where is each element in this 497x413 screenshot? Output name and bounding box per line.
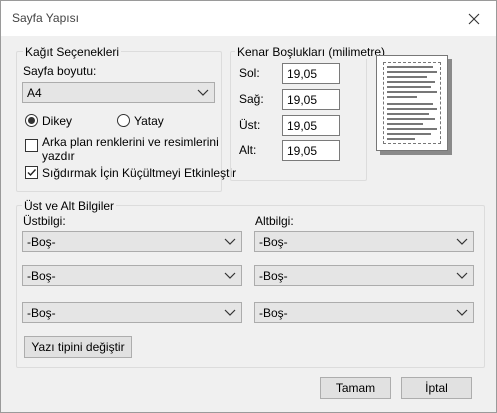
chevron-down-icon (224, 238, 236, 245)
footer-select-3[interactable]: -Boş- (254, 302, 474, 323)
margin-top-label: Üst: (239, 118, 261, 132)
window-title: Sayfa Yapısı (12, 11, 79, 25)
portrait-radio[interactable] (25, 114, 38, 127)
footer-select-1-value: -Boş- (259, 235, 288, 249)
margins-label: Kenar Boşlukları (milimetre) (235, 45, 388, 59)
margin-bottom-label: Alt: (239, 143, 257, 157)
footer-select-2-value: -Boş- (259, 269, 288, 283)
print-background-label-line1: Arka plan renklerini ve resimlerini (42, 135, 219, 149)
page-preview-sheet (376, 55, 448, 151)
landscape-radio[interactable] (117, 114, 130, 127)
portrait-label: Dikey (42, 114, 73, 128)
margin-left-label: Sol: (239, 66, 260, 80)
paper-size-value: A4 (27, 86, 42, 100)
footer-select-3-value: -Boş- (259, 306, 288, 320)
chevron-down-icon (456, 272, 468, 279)
chevron-down-icon (224, 309, 236, 316)
paper-options-label: Kağıt Seçenekleri (23, 45, 122, 59)
chevron-down-icon (456, 238, 468, 245)
chevron-down-icon (224, 272, 236, 279)
close-icon (468, 13, 479, 24)
chevron-down-icon (197, 89, 209, 96)
headers-footers-label: Üst ve Alt Bilgiler (22, 199, 117, 213)
footer-select-1[interactable]: -Boş- (254, 231, 474, 252)
header-select-2[interactable]: -Boş- (22, 265, 242, 286)
page-setup-dialog: Sayfa Yapısı Kağıt Seçenekleri Sayfa boy… (0, 0, 497, 413)
margin-top-input[interactable]: 19,05 (282, 115, 340, 136)
checkmark-icon (27, 169, 37, 177)
shrink-to-fit-checkbox[interactable] (25, 166, 38, 179)
header-select-3[interactable]: -Boş- (22, 302, 242, 323)
cancel-button[interactable]: İptal (401, 377, 472, 399)
print-background-label-line2: yazdır (42, 149, 75, 163)
title-bar: Sayfa Yapısı (1, 1, 496, 36)
footer-select-2[interactable]: -Boş- (254, 265, 474, 286)
margin-right-label: Sağ: (239, 92, 264, 106)
margin-left-input[interactable]: 19,05 (282, 63, 340, 84)
ok-button[interactable]: Tamam (320, 377, 391, 399)
header-select-1-value: -Boş- (27, 235, 56, 249)
paper-size-label: Sayfa boyutu: (23, 64, 97, 78)
page-preview (376, 55, 452, 155)
shrink-to-fit-label: Sığdırmak İçin Küçültmeyi Etkinleştir (42, 166, 237, 180)
paper-size-select[interactable]: A4 (22, 82, 215, 103)
margin-right-input[interactable]: 19,05 (282, 89, 340, 110)
header-select-2-value: -Boş- (27, 269, 56, 283)
footer-label: Altbilgi: (255, 214, 294, 228)
close-button[interactable] (451, 1, 496, 36)
change-font-button[interactable]: Yazı tipini değiştir (24, 336, 132, 358)
chevron-down-icon (456, 309, 468, 316)
header-label: Üstbilgi: (23, 214, 66, 228)
margin-bottom-input[interactable]: 19,05 (282, 140, 340, 161)
print-background-checkbox[interactable] (25, 139, 38, 152)
header-select-1[interactable]: -Boş- (22, 231, 242, 252)
landscape-label: Yatay (134, 114, 164, 128)
header-select-3-value: -Boş- (27, 306, 56, 320)
